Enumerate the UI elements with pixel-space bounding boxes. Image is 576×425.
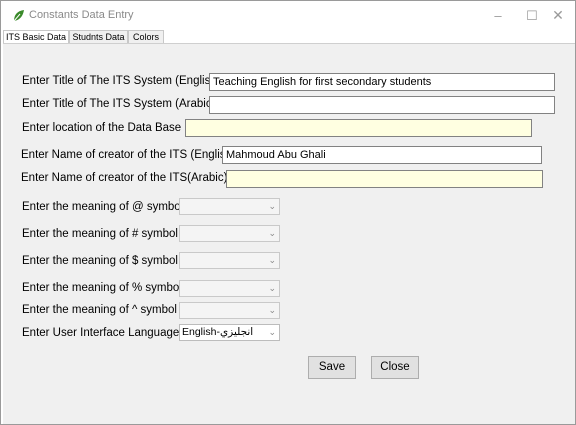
tab-colors[interactable]: Colors xyxy=(128,30,164,43)
title-arabic-label: Enter Title of The ITS System (Arabic) xyxy=(22,98,216,110)
chevron-down-icon: ⌄ xyxy=(268,228,276,238)
creator-arabic-label: Enter Name of creator of the ITS(Arabic) xyxy=(21,172,228,184)
ui-language-select[interactable]: English-انجليزي ⌄ xyxy=(179,324,280,341)
symbol-hash-label: Enter the meaning of # symbol xyxy=(22,228,178,240)
ui-language-label: Enter User Interface Language xyxy=(22,327,180,339)
chevron-down-icon: ⌄ xyxy=(268,305,276,315)
db-location-label: Enter location of the Data Base xyxy=(22,122,182,134)
chevron-down-icon: ⌄ xyxy=(268,283,276,293)
symbol-dollar-label: Enter the meaning of $ symbol xyxy=(22,255,178,267)
title-bar: Constants Data Entry – ☐ ✕ xyxy=(1,1,575,30)
tab-studnts-data[interactable]: Studnts Data xyxy=(69,30,128,43)
creator-english-input[interactable]: Mahmoud Abu Ghali xyxy=(222,146,542,164)
minimize-button[interactable]: – xyxy=(481,1,515,30)
symbol-hash-select[interactable]: ⌄ xyxy=(179,225,280,242)
ui-language-value: English-انجليزي xyxy=(182,326,254,338)
close-window-button[interactable]: ✕ xyxy=(541,1,575,30)
tab-its-basic-data[interactable]: ITS Basic Data xyxy=(3,30,69,44)
symbol-at-select[interactable]: ⌄ xyxy=(179,198,280,215)
symbol-caret-label: Enter the meaning of ^ symbol xyxy=(22,304,177,316)
constants-data-entry-window: Constants Data Entry – ☐ ✕ ITS Basic Dat… xyxy=(0,0,576,425)
symbol-dollar-select[interactable]: ⌄ xyxy=(179,252,280,269)
title-english-input[interactable]: Teaching English for first secondary stu… xyxy=(209,73,555,91)
title-english-label: Enter Title of The ITS System (English) xyxy=(22,75,221,87)
chevron-down-icon: ⌄ xyxy=(268,201,276,211)
symbol-at-label: Enter the meaning of @ symbol xyxy=(22,201,184,213)
chevron-down-icon: ⌄ xyxy=(268,255,276,265)
chevron-down-icon: ⌄ xyxy=(268,327,276,337)
symbol-caret-select[interactable]: ⌄ xyxy=(179,302,280,319)
window-title: Constants Data Entry xyxy=(29,9,134,21)
title-arabic-input[interactable] xyxy=(209,96,555,114)
leaf-app-icon xyxy=(13,10,24,22)
symbol-percent-select[interactable]: ⌄ xyxy=(179,280,280,297)
close-button[interactable]: Close xyxy=(371,356,419,379)
creator-english-label: Enter Name of creator of the ITS (Englis… xyxy=(21,149,236,161)
db-location-input[interactable] xyxy=(185,119,532,137)
creator-arabic-input[interactable] xyxy=(226,170,543,188)
its-basic-data-panel: Enter Title of The ITS System (English) … xyxy=(3,43,575,424)
symbol-percent-label: Enter the meaning of % symbol xyxy=(22,282,182,294)
save-button[interactable]: Save xyxy=(308,356,356,379)
